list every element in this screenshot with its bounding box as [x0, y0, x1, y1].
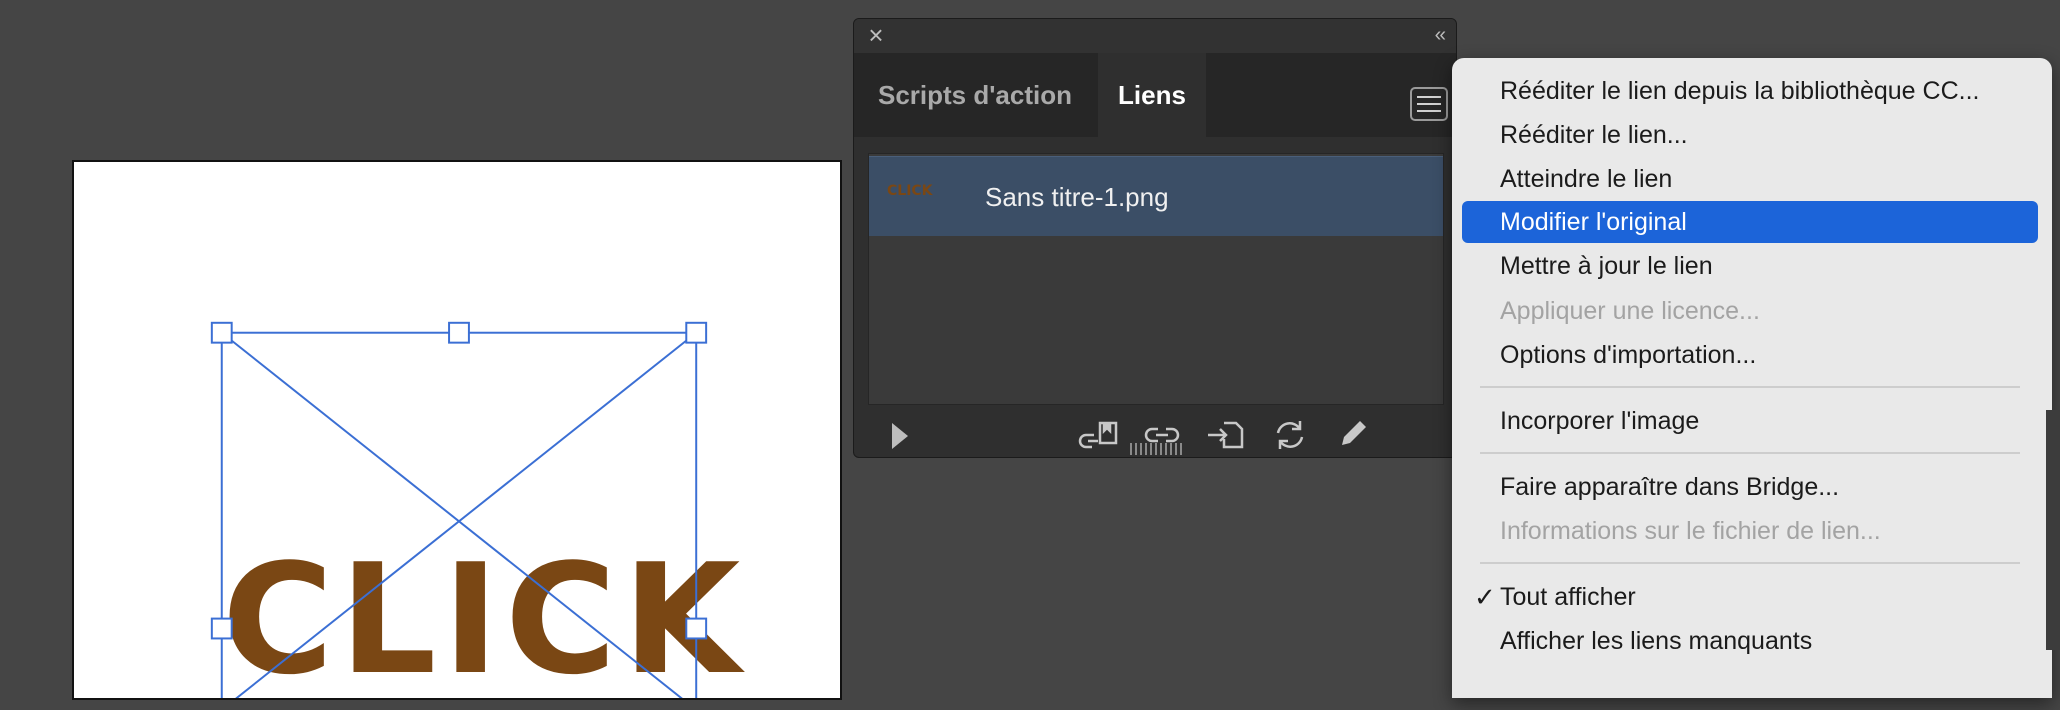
handle-top-right — [685, 321, 708, 344]
panel-titlebar[interactable]: × ‹‹ — [854, 19, 1456, 53]
close-icon[interactable]: × — [864, 22, 888, 48]
panel-menu-button[interactable] — [1410, 87, 1448, 121]
placed-image-frame[interactable] — [74, 162, 840, 698]
edit-original-icon[interactable] — [1330, 415, 1378, 455]
links-list: CLICK Sans titre-1.png — [868, 153, 1444, 405]
resize-grip[interactable] — [1130, 443, 1182, 455]
play-icon[interactable] — [892, 423, 908, 449]
handle-top-center — [448, 321, 470, 344]
handle-top-left — [210, 321, 233, 344]
checkmark-icon: ✓ — [1474, 582, 1496, 612]
list-item[interactable]: CLICK Sans titre-1.png — [869, 156, 1443, 236]
handle-middle-left — [210, 617, 233, 640]
menu-item-edit-original[interactable]: Modifier l'original — [1462, 201, 2038, 243]
link-name: Sans titre-1.png — [985, 182, 1169, 212]
hamburger-icon — [1417, 96, 1441, 98]
menu-item-goto-link[interactable]: Atteindre le lien — [1462, 158, 2038, 200]
menu-separator — [1480, 562, 2020, 564]
relink-cc-library-icon[interactable] — [1074, 415, 1122, 455]
menu-item-show-all[interactable]: ✓ Tout afficher — [1462, 576, 2038, 618]
menu-item-apply-license: Appliquer une licence... — [1500, 297, 1760, 325]
menu-separator — [1480, 452, 2020, 454]
menu-item-label: Tout afficher — [1500, 583, 1636, 611]
update-link-icon[interactable] — [1266, 415, 1314, 455]
links-panel: × ‹‹ Scripts d'action Liens CLICK Sans t… — [853, 18, 1457, 458]
artboard: CLICK — [72, 160, 842, 708]
links-panel-menu: Rééditer le lien depuis la bibliothèque … — [1452, 58, 2052, 698]
menu-item-show-missing[interactable]: Afficher les liens manquants — [1462, 620, 2038, 662]
menu-item-update-link[interactable]: Mettre à jour le lien — [1462, 245, 2038, 287]
menu-item-relink[interactable]: Rééditer le lien... — [1462, 114, 2038, 156]
link-thumbnail: CLICK — [887, 183, 933, 199]
menu-item-import-options[interactable]: Options d'importation... — [1462, 334, 2038, 376]
background-panel-edge — [2046, 410, 2060, 650]
menu-item-reveal-in-bridge[interactable]: Faire apparaître dans Bridge... — [1462, 466, 2038, 508]
tab-scripts-action[interactable]: Scripts d'action — [854, 53, 1098, 137]
double-chevron-left-icon[interactable]: ‹‹ — [1435, 23, 1446, 47]
menu-item-relink-cc-library[interactable]: Rééditer le lien depuis la bibliothèque … — [1462, 70, 2038, 112]
tab-links[interactable]: Liens — [1098, 53, 1206, 137]
goto-link-icon[interactable] — [1202, 415, 1250, 455]
menu-item-embed-image[interactable]: Incorporer l'image — [1462, 400, 2038, 442]
handle-middle-right — [685, 617, 708, 640]
menu-item-link-file-info: Informations sur le fichier de lien... — [1500, 517, 1881, 545]
menu-separator — [1480, 386, 2020, 388]
panel-tabbar: Scripts d'action Liens — [854, 53, 1456, 137]
